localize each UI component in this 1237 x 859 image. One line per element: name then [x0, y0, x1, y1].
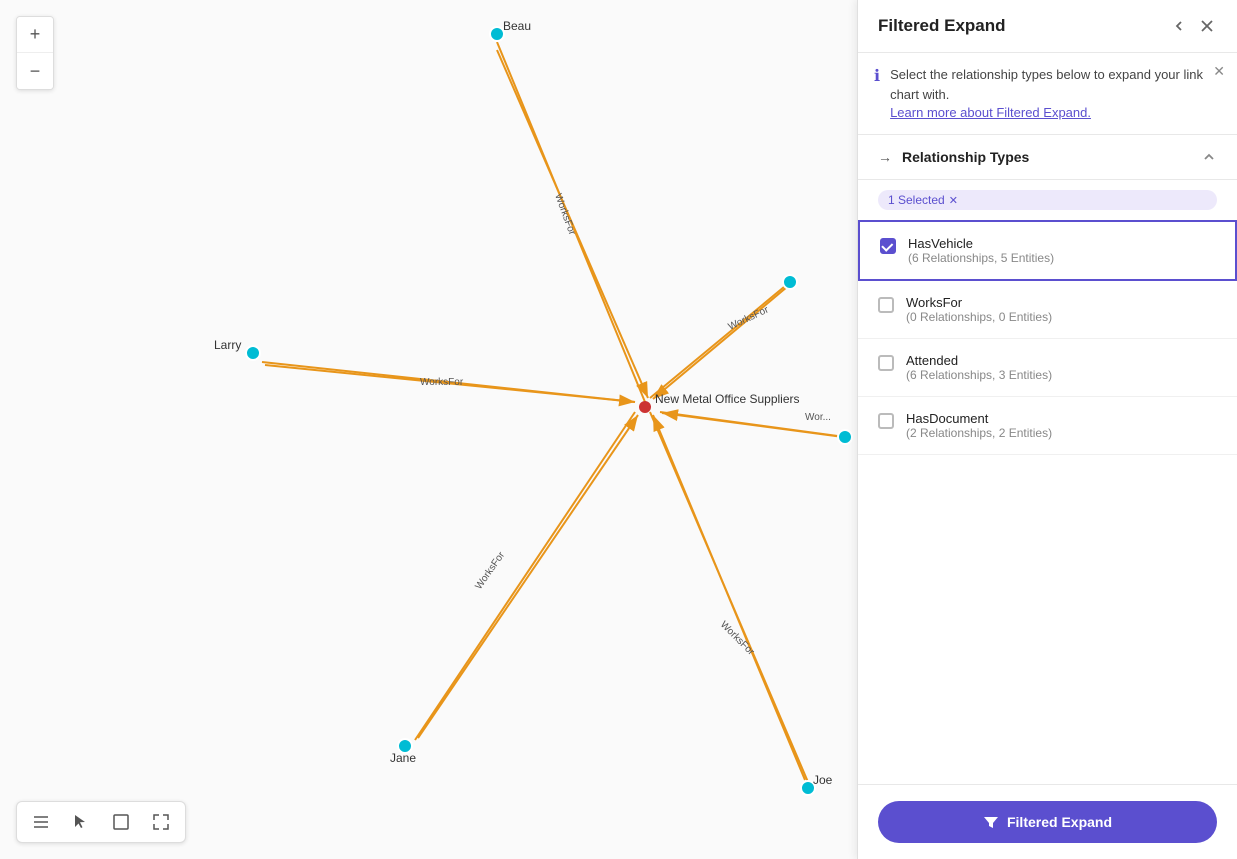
node-larry[interactable]: [246, 346, 260, 360]
svg-text:WorksFor: WorksFor: [552, 192, 577, 237]
zoom-controls: + −: [16, 16, 54, 90]
filtered-expand-button[interactable]: Filtered Expand: [878, 801, 1217, 843]
node-beau[interactable]: [490, 27, 504, 41]
bottom-toolbar: [16, 801, 186, 843]
svg-text:WorksFor: WorksFor: [727, 304, 771, 332]
panel-footer: Filtered Expand: [858, 784, 1237, 859]
close-panel-button[interactable]: [1197, 16, 1217, 36]
panel: Filtered Expand ℹ Select the relationshi…: [857, 0, 1237, 859]
rel-meta-attended: (6 Relationships, 3 Entities): [906, 368, 1052, 382]
zoom-out-button[interactable]: −: [17, 53, 53, 89]
zoom-in-button[interactable]: +: [17, 17, 53, 53]
checkbox-hasvehicle[interactable]: [880, 238, 896, 254]
label-jane: Jane: [390, 751, 416, 765]
svg-text:WorksFor: WorksFor: [718, 619, 757, 658]
label-joe: Joe: [813, 773, 833, 787]
arrow-right-icon: →: [878, 149, 892, 165]
section-header: → Relationship Types: [858, 135, 1237, 180]
rel-name-hasvehicle: HasVehicle: [908, 236, 1054, 251]
list-icon[interactable]: [27, 808, 55, 836]
info-icon: ℹ: [874, 66, 880, 86]
collapse-panel-button[interactable]: [1169, 16, 1189, 36]
selected-badge: 1 Selected ✕: [878, 190, 1217, 210]
center-node-label: New Metal Office Suppliers: [655, 392, 800, 406]
rel-meta-hasdocument: (2 Relationships, 2 Entities): [906, 426, 1052, 440]
section-title: Relationship Types: [902, 149, 1029, 165]
header-icons: [1169, 16, 1217, 36]
info-text: Select the relationship types below to e…: [890, 65, 1221, 104]
rel-item-worksfor[interactable]: WorksFor (0 Relationships, 0 Entities): [858, 281, 1237, 339]
svg-text:WorksFor: WorksFor: [473, 550, 507, 592]
rel-info-hasvehicle: HasVehicle (6 Relationships, 5 Entities): [908, 236, 1054, 265]
checkbox-attended[interactable]: [878, 355, 894, 371]
info-content: Select the relationship types below to e…: [890, 65, 1221, 122]
rel-name-worksfor: WorksFor: [906, 295, 1052, 310]
relationship-list: HasVehicle (6 Relationships, 5 Entities)…: [858, 220, 1237, 784]
label-larry: Larry: [214, 338, 241, 352]
rel-info-hasdocument: HasDocument (2 Relationships, 2 Entities…: [906, 411, 1052, 440]
frame-icon[interactable]: [107, 808, 135, 836]
rel-name-attended: Attended: [906, 353, 1052, 368]
section-collapse-button[interactable]: [1201, 149, 1217, 165]
rel-info-worksfor: WorksFor (0 Relationships, 0 Entities): [906, 295, 1052, 324]
node-right-mid[interactable]: [838, 430, 852, 444]
center-node: [639, 401, 651, 413]
info-link[interactable]: Learn more about Filtered Expand.: [890, 105, 1091, 120]
checkbox-hasdocument[interactable]: [878, 413, 894, 429]
rel-item-hasvehicle[interactable]: HasVehicle (6 Relationships, 5 Entities): [858, 220, 1237, 281]
cursor-icon[interactable]: [67, 808, 95, 836]
panel-header: Filtered Expand: [858, 0, 1237, 53]
rel-name-hasdocument: HasDocument: [906, 411, 1052, 426]
svg-text:Wor...: Wor...: [805, 412, 831, 423]
label-beau: Beau: [503, 19, 531, 33]
expand-arrows-icon[interactable]: [147, 808, 175, 836]
badge-close-button[interactable]: ✕: [949, 194, 958, 207]
checkbox-worksfor[interactable]: [878, 297, 894, 313]
info-close-button[interactable]: ✕: [1213, 63, 1225, 80]
svg-text:WorksFor: WorksFor: [420, 377, 464, 388]
filter-icon: [983, 814, 999, 830]
badge-text: 1 Selected: [888, 193, 945, 207]
rel-item-hasdocument[interactable]: HasDocument (2 Relationships, 2 Entities…: [858, 397, 1237, 455]
node-right-top[interactable]: [783, 275, 797, 289]
expand-button-label: Filtered Expand: [1007, 814, 1112, 830]
rel-meta-worksfor: (0 Relationships, 0 Entities): [906, 310, 1052, 324]
section-header-left: → Relationship Types: [878, 149, 1029, 165]
rel-meta-hasvehicle: (6 Relationships, 5 Entities): [908, 251, 1054, 265]
panel-title: Filtered Expand: [878, 16, 1006, 36]
info-banner: ℹ Select the relationship types below to…: [858, 53, 1237, 135]
relationship-section: → Relationship Types 1 Selected ✕ HasVeh…: [858, 135, 1237, 784]
rel-info-attended: Attended (6 Relationships, 3 Entities): [906, 353, 1052, 382]
graph-svg: WorksFor WorksFor WorksFor WorksFor Work…: [0, 0, 855, 859]
rel-item-attended[interactable]: Attended (6 Relationships, 3 Entities): [858, 339, 1237, 397]
